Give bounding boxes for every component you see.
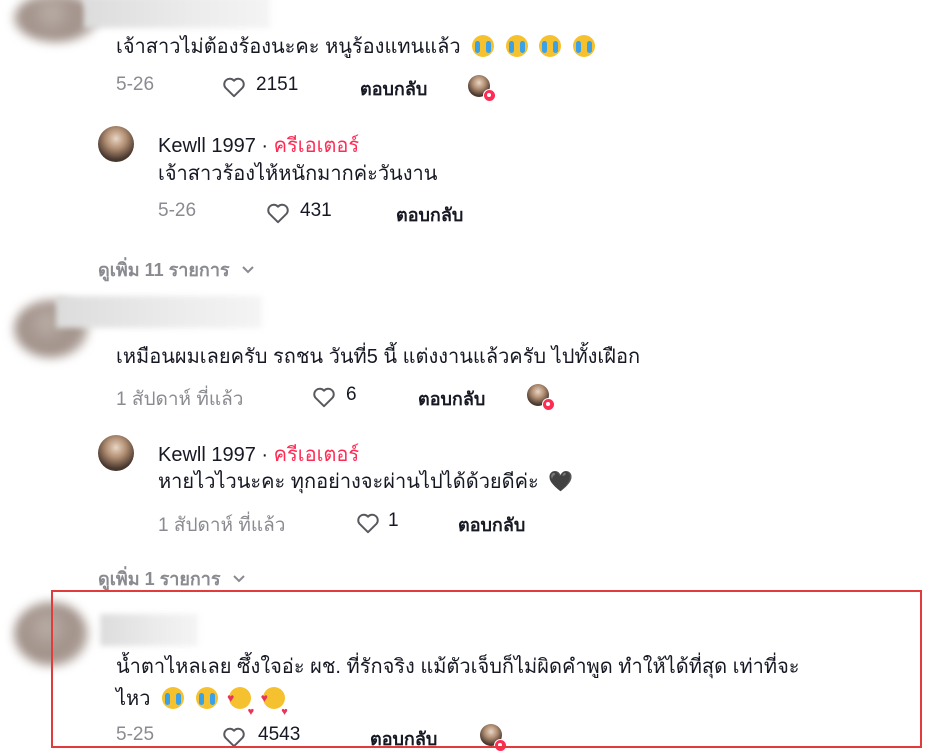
reply-username[interactable]: Kewll 1997 bbox=[158, 444, 256, 466]
reply-date: 5-26 bbox=[158, 200, 197, 221]
reply-username[interactable]: Kewll 1997 bbox=[158, 135, 256, 157]
reply-text: หายไวไวนะคะ ทุกอย่างจะผ่านไปได้ด้วยดีค่ะ… bbox=[158, 468, 573, 496]
heart-outline-icon[interactable] bbox=[264, 200, 292, 226]
black-heart-icon: 🖤 bbox=[548, 471, 574, 493]
comment-meta: 1 สัปดาห์ ที่แล้ว 6 ตอบกลับ bbox=[116, 384, 546, 410]
heart-outline-icon[interactable] bbox=[354, 510, 382, 536]
reply-button[interactable]: ตอบกลับ bbox=[396, 200, 463, 229]
reply-text: เจ้าสาวร้องไห้หนักมากค่ะวันงาน bbox=[158, 163, 438, 185]
comment-text: เหมือนผมเลยครับ รถชน วันที่5 นี้ แต่งงาน… bbox=[116, 346, 641, 368]
comment-meta: 5-26 2151 ตอบกลับ bbox=[116, 74, 516, 100]
heart-outline-icon[interactable] bbox=[220, 74, 248, 100]
creator-badge: ครีเอเตอร์ bbox=[273, 135, 360, 157]
commenter-name[interactable] bbox=[56, 296, 262, 328]
like-count: 431 bbox=[300, 200, 332, 221]
like-count: 6 bbox=[346, 384, 357, 405]
chevron-down-icon bbox=[241, 266, 254, 274]
reply-username-line: Kewll 1997 · ครีเอเตอร์ bbox=[158, 129, 359, 161]
reply-button[interactable]: ตอบกลับ bbox=[458, 510, 525, 539]
comments-panel: เจ้าสาวไม่ต้องร้องนะคะ หนูร้องแทนแล้ว 5-… bbox=[0, 0, 935, 756]
like-count: 2151 bbox=[256, 74, 299, 95]
reply-button[interactable]: ตอบกลับ bbox=[418, 384, 485, 413]
separator: · bbox=[255, 444, 274, 466]
reply-text-content: หายไวไวนะคะ ทุกอย่างจะผ่านไปได้ด้วยดีค่ะ bbox=[158, 471, 539, 493]
view-more-replies[interactable]: ดูเพิ่ม 11 รายการ bbox=[98, 255, 255, 284]
heart-outline-icon[interactable] bbox=[310, 384, 338, 410]
creator-heart-badge-icon bbox=[483, 89, 496, 102]
highlight-annotation-box bbox=[51, 590, 922, 748]
loudly-crying-face-icon bbox=[539, 35, 562, 57]
loudly-crying-face-icon bbox=[572, 35, 595, 57]
like-count: 1 bbox=[388, 510, 399, 531]
view-more-replies-label: ดูเพิ่ม 11 รายการ bbox=[98, 260, 230, 280]
loudly-crying-face-icon bbox=[505, 35, 528, 57]
reply-button[interactable]: ตอบกลับ bbox=[360, 74, 427, 103]
view-more-replies-label: ดูเพิ่ม 1 รายการ bbox=[98, 569, 221, 589]
comment-date: 5-26 bbox=[116, 74, 155, 95]
loudly-crying-face-icon bbox=[472, 35, 495, 57]
creator-heart-badge-icon bbox=[542, 398, 555, 411]
reply-username-line: Kewll 1997 · ครีเอเตอร์ bbox=[158, 438, 359, 470]
comment-text-content: เจ้าสาวไม่ต้องร้องนะคะ หนูร้องแทนแล้ว bbox=[116, 36, 461, 58]
comment-date: 1 สัปดาห์ ที่แล้ว bbox=[116, 389, 244, 410]
creator-badge: ครีเอเตอร์ bbox=[273, 444, 360, 466]
reply-meta: 5-26 431 ตอบกลับ bbox=[158, 200, 518, 226]
comment-text: เจ้าสาวไม่ต้องร้องนะคะ หนูร้องแทนแล้ว bbox=[116, 30, 595, 64]
reply-meta: 1 สัปดาห์ ที่แล้ว 1 ตอบกลับ bbox=[158, 510, 558, 536]
view-more-replies[interactable]: ดูเพิ่ม 1 รายการ bbox=[98, 564, 246, 593]
commenter-name[interactable] bbox=[84, 0, 270, 28]
reply-date: 1 สัปดาห์ ที่แล้ว bbox=[158, 515, 286, 536]
creator-avatar[interactable] bbox=[98, 435, 134, 471]
chevron-down-icon bbox=[232, 575, 245, 583]
separator: · bbox=[255, 135, 274, 157]
creator-avatar[interactable] bbox=[98, 126, 134, 162]
